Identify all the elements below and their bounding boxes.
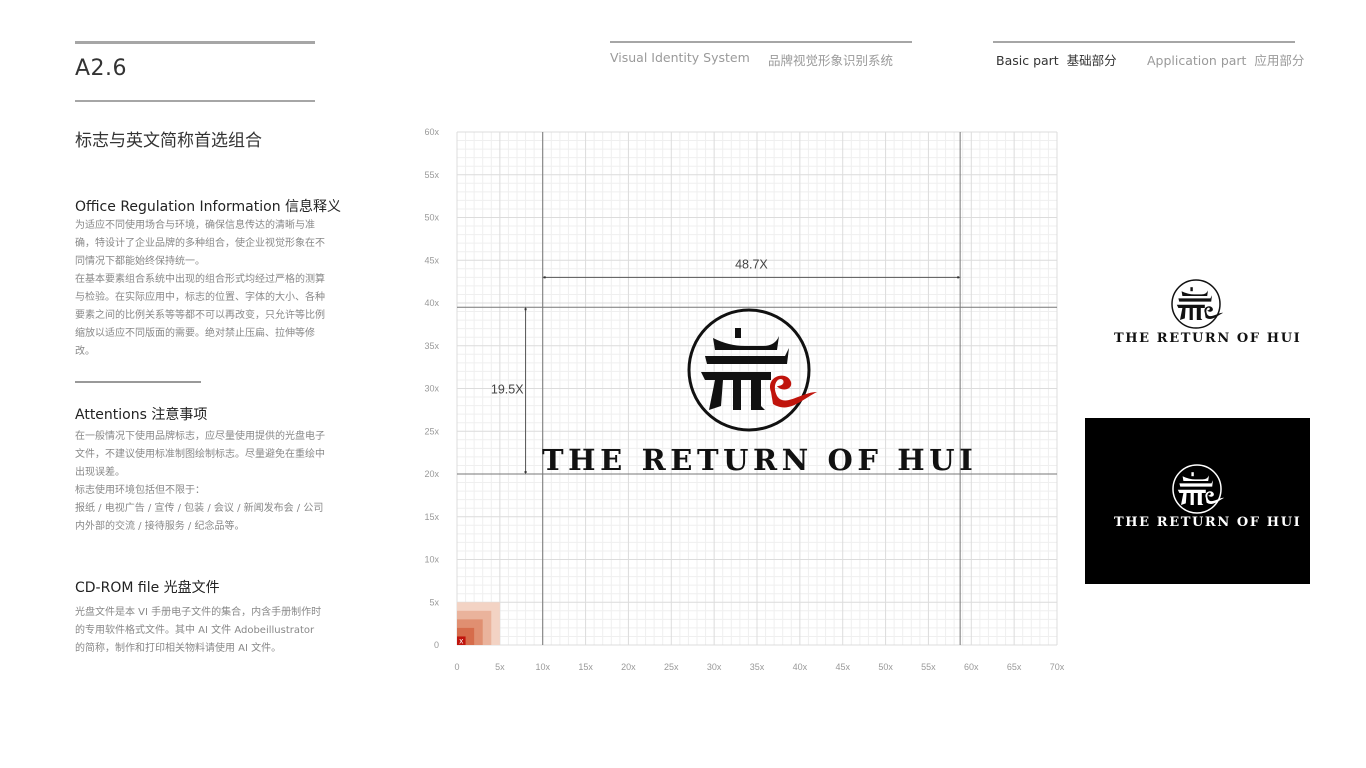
y-tick-label: 25x xyxy=(424,426,439,436)
y-tick-label: 5x xyxy=(429,597,439,607)
x-tick-label: 25x xyxy=(664,662,679,672)
emblem-leg xyxy=(733,380,741,410)
x-tick-label: 15x xyxy=(578,662,593,672)
x-tick-label: 10x xyxy=(535,662,550,672)
x-tick-label: 70x xyxy=(1050,662,1065,672)
y-tick-label: 60x xyxy=(424,127,439,137)
x-tick-label: 45x xyxy=(835,662,850,672)
y-tick-label: 20x xyxy=(424,469,439,479)
dimension-annotations: 48.7X 19.5X xyxy=(491,257,961,474)
black-variant-emblem xyxy=(1172,464,1225,514)
y-tick-label: 40x xyxy=(424,298,439,308)
x-tick-label: 65x xyxy=(1007,662,1022,672)
emblem-leg xyxy=(1189,308,1193,320)
emblem-bar xyxy=(1179,480,1213,487)
emblem-leg xyxy=(709,380,723,410)
emblem-leg xyxy=(1181,493,1187,505)
emblem-leg xyxy=(1197,493,1204,505)
width-dimension-arrow xyxy=(957,276,960,279)
x-tick-label: 5x xyxy=(495,662,505,672)
emblem-leg xyxy=(1190,493,1194,505)
x-tick-label: 50x xyxy=(878,662,893,672)
emblem-leg xyxy=(1180,308,1186,320)
y-tick-label: 10x xyxy=(424,555,439,565)
y-tick-label: 15x xyxy=(424,512,439,522)
emblem-lower-bar xyxy=(701,372,771,380)
black-background-variant xyxy=(1085,418,1310,584)
emblem-roof xyxy=(1181,290,1208,296)
white-variant-wordmark: THE RETURN OF HUI xyxy=(1114,331,1302,346)
emblem-circle xyxy=(1171,279,1221,329)
main-logo-wordmark: THE RETURN OF HUI xyxy=(542,443,978,477)
y-tick-label: 0 xyxy=(434,640,439,650)
emblem-bar xyxy=(1178,295,1212,302)
x-tick-label: 40x xyxy=(793,662,808,672)
construction-grid: x 0 5x 10x 15x 20x 25x 30x 35x 40x 45x 50x 55x 60x 65… xyxy=(424,127,1224,672)
unit-marker-label: x xyxy=(459,636,463,645)
y-tick-label: 50x xyxy=(424,213,439,223)
white-variant-emblem xyxy=(1171,279,1224,329)
emblem-circle xyxy=(1172,464,1222,514)
width-dimension-arrow xyxy=(543,276,546,279)
emblem-roof-tip xyxy=(735,328,741,338)
height-dimension-label: 19.5X xyxy=(491,383,524,397)
x-tick-label: 60x xyxy=(964,662,979,672)
emblem-lower-bar xyxy=(1176,304,1205,308)
y-tick-label: 35x xyxy=(424,341,439,351)
y-tick-label: 30x xyxy=(424,384,439,394)
emblem-roof-tip xyxy=(1191,472,1194,477)
height-dimension-arrow xyxy=(524,308,527,311)
width-dimension-label: 48.7X xyxy=(735,257,768,271)
black-variant-wordmark: THE RETURN OF HUI xyxy=(1114,515,1302,530)
x-tick-label: 35x xyxy=(750,662,765,672)
height-dimension-arrow xyxy=(524,471,527,473)
emblem-roof xyxy=(1182,475,1209,481)
emblem-roof-tip xyxy=(1190,287,1193,292)
main-logo-emblem xyxy=(687,308,817,432)
y-tick-label: 45x xyxy=(424,255,439,265)
x-tick-label: 20x xyxy=(621,662,636,672)
x-tick-label: 30x xyxy=(707,662,722,672)
x-tick-label: 0 xyxy=(454,662,459,672)
x-tick-label: 55x xyxy=(921,662,936,672)
y-tick-label: 55x xyxy=(424,170,439,180)
emblem-lower-bar xyxy=(1177,489,1206,493)
emblem-leg xyxy=(1196,308,1203,320)
emblem-bar xyxy=(705,348,789,364)
unit-squares: x xyxy=(457,602,500,645)
